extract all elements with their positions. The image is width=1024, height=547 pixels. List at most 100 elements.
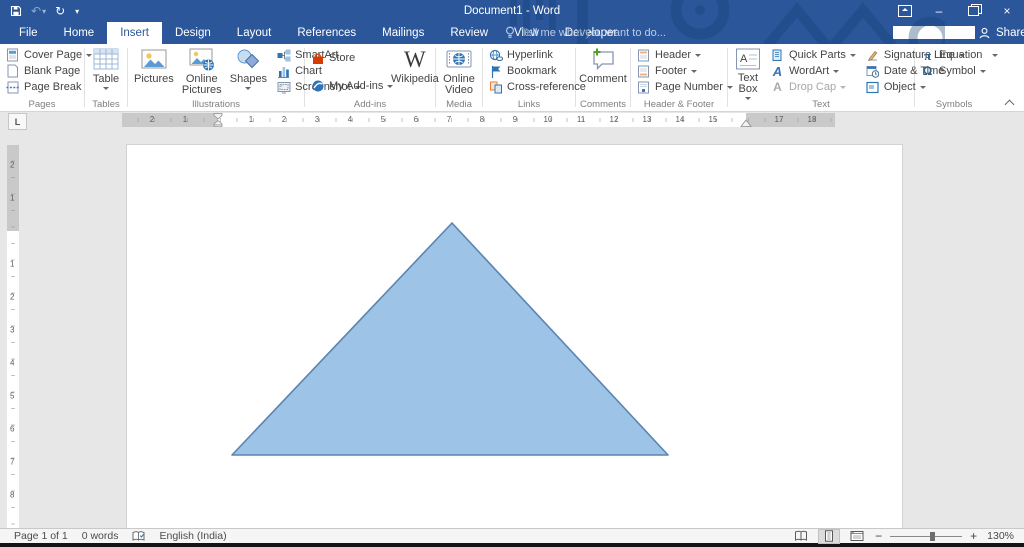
cover-page-button[interactable]: Cover Page [3,47,93,63]
undo-button[interactable]: ↶ ▾ [31,0,46,22]
tab-file[interactable]: File [6,22,51,44]
ruler-number: 12 [609,115,619,124]
pictures-button[interactable]: Pictures [131,47,177,85]
tab-design[interactable]: Design [162,22,224,44]
quick-parts-button[interactable]: Quick Parts [768,47,858,63]
ruler-number: 2 [281,115,287,124]
page-number-button[interactable]: Page Number [634,79,733,95]
footer-button[interactable]: Footer [634,63,724,79]
ruler-number: 11 [576,115,586,124]
my-addins-button[interactable]: My Add-ins [308,75,394,97]
restore-button[interactable] [956,0,990,22]
dropdown-arrow-icon [695,53,702,60]
ribbon-display-options-button[interactable] [888,0,922,22]
zoom-in-button[interactable]: + [970,529,977,543]
zoom-level[interactable]: 130% [987,530,1014,542]
screen-edge-strip [0,543,1024,547]
ruler-number: 13 [642,115,652,124]
dropdown-arrow-icon [833,69,840,76]
ribbon-group-tables: Table Tables [85,44,127,111]
customize-qat-button[interactable]: ▾ [74,0,79,22]
date-time-icon [865,65,880,78]
share-button[interactable]: Share [978,22,1024,44]
left-indent-marker[interactable] [212,113,224,127]
equation-button[interactable]: π Equation [918,47,999,63]
restore-icon [967,4,982,16]
print-layout-button[interactable] [819,529,840,543]
dropdown-arrow-icon [245,87,252,93]
ribbon-group-text: A Text Box Quick Parts A WordArt A Drop … [728,44,965,111]
close-button[interactable]: × [990,0,1024,22]
ruler-number: 10 [543,115,553,124]
document-page[interactable] [127,145,902,528]
group-label-links: Links [517,99,541,110]
comment-button[interactable]: Comment [576,47,630,85]
undo-icon: ↶ [31,4,42,18]
wordart-button[interactable]: A WordArt [768,63,858,79]
group-label-pages: Pages [28,99,56,110]
quick-search-input[interactable] [893,26,975,39]
right-indent-marker[interactable] [740,119,752,127]
blank-page-icon [5,64,20,78]
tab-stop-selector[interactable]: L [8,113,27,130]
online-pictures-button[interactable]: Online Pictures [177,47,227,96]
ruler-number: 1 [182,115,188,124]
wordart-icon: A [772,63,783,79]
header-icon [636,49,651,62]
document-shape[interactable] [127,145,902,528]
tab-mailings[interactable]: Mailings [369,22,437,44]
web-layout-icon [850,531,864,541]
zoom-out-button[interactable]: − [875,529,882,543]
quick-parts-icon [770,49,785,62]
lightbulb-icon [506,26,514,38]
tell-me-box[interactable]: Tell me what you want to do... [505,22,666,44]
svg-text:A: A [740,53,748,65]
language-indicator[interactable]: English (India) [159,530,226,542]
ribbon-group-addins: Store My Add-ins W Wikipedia Add-ins [305,44,439,111]
close-icon: × [1003,4,1011,18]
word-count[interactable]: 0 words [82,530,119,542]
page-break-button[interactable]: Page Break [3,79,81,95]
ruler-number: 8 [479,115,485,124]
read-mode-button[interactable] [791,530,811,543]
drop-cap-button[interactable]: A Drop Cap [768,79,858,95]
save-icon [10,5,22,17]
tab-home[interactable]: Home [51,22,108,44]
store-button[interactable]: Store [308,47,384,69]
ruler-number: 6 [413,115,419,124]
wikipedia-button[interactable]: W Wikipedia [388,47,442,85]
text-box-icon: A [735,47,761,71]
proofing-status-button[interactable] [132,530,145,542]
table-button[interactable]: Table [90,47,122,93]
collapse-ribbon-button[interactable] [1005,98,1014,107]
save-button[interactable] [10,0,22,22]
minimize-button[interactable]: – [922,0,956,22]
page-indicator[interactable]: Page 1 of 1 [14,530,68,542]
web-layout-button[interactable] [847,530,867,543]
ribbon-display-options-icon [898,5,912,17]
blank-page-button[interactable]: Blank Page [3,63,81,79]
redo-button[interactable]: ↻ [55,0,65,22]
online-video-button[interactable]: Online Video [437,47,481,96]
qat-more-icon: ▾ [75,6,80,16]
tab-layout[interactable]: Layout [224,22,285,44]
shapes-button[interactable]: Shapes [227,47,270,93]
tab-insert[interactable]: Insert [107,22,162,44]
zoom-slider[interactable] [890,530,963,543]
page-number-icon [636,81,651,94]
bookmark-button[interactable]: Bookmark [486,63,572,79]
header-button[interactable]: Header [634,47,724,63]
screenshot-icon [276,81,291,94]
tab-review[interactable]: Review [437,22,501,44]
zoom-slider-thumb[interactable] [930,531,936,541]
symbol-button[interactable]: Ω Symbol [918,63,990,79]
quick-access-toolbar: ↶ ▾ ↻ ▾ [10,0,79,22]
online-pictures-icon [189,47,215,72]
ruler-number: 1 [248,115,254,124]
cross-reference-button[interactable]: Cross-reference [486,79,586,95]
hyperlink-button[interactable]: Hyperlink [486,47,572,63]
ruler-number: 3 [10,325,15,335]
text-box-button[interactable]: A Text Box [731,47,765,103]
undo-dropdown-icon: ▾ [42,6,47,16]
tab-references[interactable]: References [284,22,369,44]
